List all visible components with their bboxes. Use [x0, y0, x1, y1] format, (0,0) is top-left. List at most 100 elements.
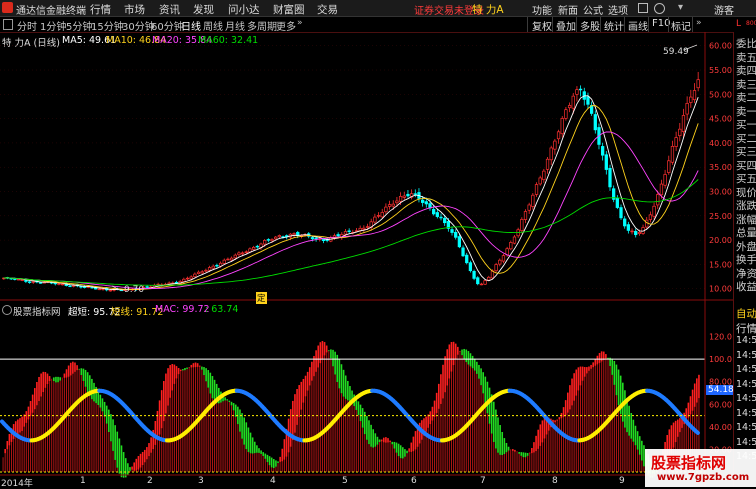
- app-logo-icon: [2, 2, 13, 13]
- menu-wenxiaoda[interactable]: 问小达: [228, 2, 260, 17]
- menu-gongneng[interactable]: 功能: [532, 2, 552, 17]
- candle: [230, 258, 233, 260]
- btn-fuquan[interactable]: 复权: [532, 18, 552, 33]
- menu-caifuquan[interactable]: 财富圈: [273, 2, 305, 17]
- panel-l-value: 8000: [746, 20, 756, 27]
- watermark-box: 股票指标网 www.7gpzb.com: [645, 449, 756, 487]
- candle: [238, 253, 241, 255]
- candle: [83, 287, 86, 288]
- tick-time-label: 14:50: [736, 408, 756, 419]
- candle: [278, 236, 281, 237]
- candle: [201, 272, 204, 273]
- menu-xinmian[interactable]: 新面: [558, 2, 578, 17]
- candle: [510, 242, 513, 248]
- watermark-title: 股票指标网: [651, 452, 726, 473]
- period-daily[interactable]: 日线: [181, 18, 201, 33]
- candle: [697, 80, 700, 88]
- candle: [194, 274, 197, 277]
- price-axis-tick: 55.00: [709, 66, 732, 75]
- candle: [554, 141, 557, 149]
- menu-xuanxiang[interactable]: 选项: [608, 2, 628, 17]
- menu-gongshi[interactable]: 公式: [583, 2, 603, 17]
- period-30min[interactable]: 30分钟: [122, 18, 155, 33]
- tick-time-label: 14:50: [736, 364, 756, 375]
- period-fenshi[interactable]: 分时: [17, 18, 37, 33]
- x-month-3: 3: [198, 476, 204, 486]
- menu-jiaoyi[interactable]: 交易: [317, 2, 338, 17]
- divider: [692, 17, 693, 32]
- period-weekly[interactable]: 周线: [203, 18, 223, 33]
- guest-label[interactable]: 游客: [714, 2, 734, 17]
- btn-duogu[interactable]: 多股: [580, 18, 600, 33]
- candle: [550, 148, 553, 160]
- menu-faxian[interactable]: 发现: [193, 2, 214, 17]
- candle: [241, 253, 244, 254]
- candle: [465, 255, 468, 263]
- x-month-6: 6: [411, 476, 417, 486]
- divider: [552, 17, 553, 32]
- price-axis-tick: 40.00: [709, 139, 732, 148]
- period-60min[interactable]: 60分钟: [151, 18, 184, 33]
- candle: [414, 194, 417, 195]
- candle: [315, 238, 318, 239]
- btn-tongji[interactable]: 统计: [604, 18, 624, 33]
- btn-diejia[interactable]: 叠加: [556, 18, 576, 33]
- candle: [480, 284, 483, 285]
- candle: [443, 218, 446, 222]
- menu-shichang[interactable]: 市场: [124, 2, 145, 17]
- candle: [645, 220, 648, 227]
- user-icon[interactable]: [654, 3, 665, 14]
- tick-time-label: 14:50: [736, 437, 756, 448]
- marker-badge[interactable]: 定: [256, 292, 267, 304]
- window-icon[interactable]: [638, 3, 648, 13]
- candle: [256, 246, 259, 247]
- candle: [631, 231, 634, 232]
- candle: [616, 198, 619, 207]
- price-axis-tick: 50.00: [709, 90, 732, 99]
- candle: [440, 217, 443, 218]
- divider: [668, 17, 669, 32]
- period-monthly[interactable]: 月线: [225, 18, 245, 33]
- candle: [186, 278, 189, 279]
- menu-toggle-icon[interactable]: [3, 19, 13, 30]
- panel-mode-label[interactable]: 自动: [736, 306, 756, 321]
- tick-time-label: 14:50: [736, 379, 756, 390]
- candle: [146, 287, 149, 288]
- menu-zixun[interactable]: 资讯: [159, 2, 180, 17]
- candle: [649, 215, 652, 220]
- candle: [473, 271, 476, 278]
- candle: [605, 155, 608, 170]
- divider: [576, 17, 577, 32]
- dropdown-icon[interactable]: ▾: [678, 2, 683, 13]
- period-1min[interactable]: 1分钟: [40, 18, 66, 33]
- candle: [366, 227, 369, 228]
- toolbar-more-icon[interactable]: »: [696, 18, 702, 28]
- candle: [17, 279, 20, 280]
- candle: [476, 278, 479, 284]
- period-5min[interactable]: 5分钟: [66, 18, 92, 33]
- btn-biaoji[interactable]: 标记: [671, 18, 691, 33]
- candle: [675, 138, 678, 147]
- btn-huaxian[interactable]: 画线: [628, 18, 648, 33]
- menu-hangqing[interactable]: 行情: [90, 2, 111, 17]
- candle: [679, 129, 682, 136]
- period-15min[interactable]: 15分钟: [91, 18, 124, 33]
- candle: [348, 231, 351, 232]
- candle: [498, 260, 501, 264]
- candle: [620, 208, 623, 218]
- period-multi[interactable]: 多周期: [247, 18, 277, 33]
- candle: [263, 240, 266, 244]
- panel-mode-label[interactable]: 行情: [736, 321, 756, 336]
- candle: [576, 90, 579, 95]
- more-chevron-icon[interactable]: »: [297, 18, 303, 28]
- low-price-label: 9.70: [124, 285, 144, 295]
- candle: [528, 205, 531, 210]
- candle: [267, 239, 270, 240]
- candle: [69, 286, 72, 287]
- indicator-trend-line: [696, 431, 698, 433]
- candle: [205, 270, 208, 271]
- candle: [377, 215, 380, 216]
- period-more[interactable]: 更多: [276, 18, 296, 33]
- candle: [561, 118, 564, 133]
- candle: [227, 259, 230, 260]
